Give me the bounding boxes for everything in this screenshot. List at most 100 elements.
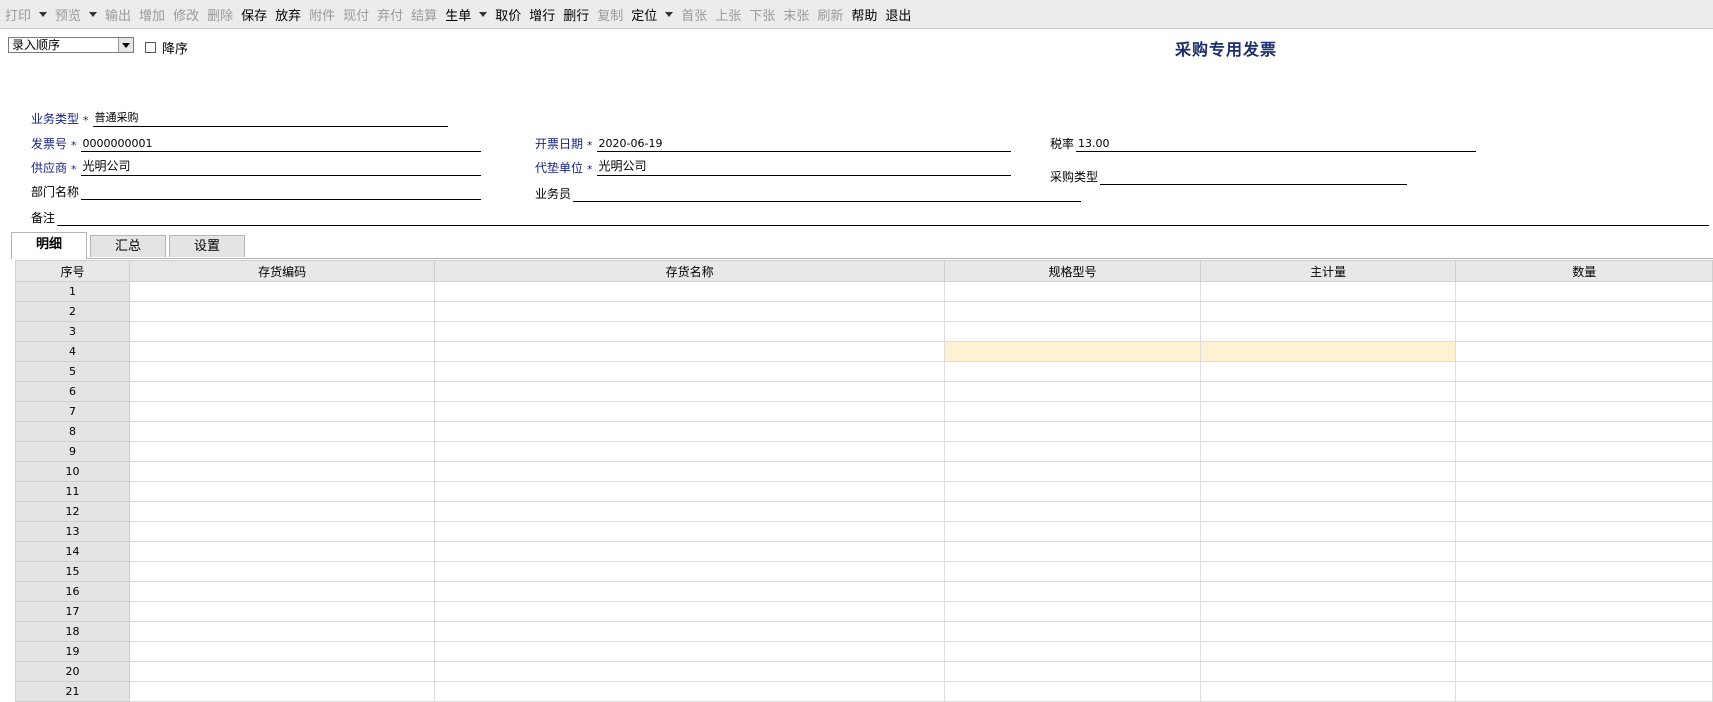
grid-cell[interactable] [944, 441, 1201, 462]
toolbar-button[interactable]: 删除 [205, 3, 239, 25]
grid-cell[interactable] [1199, 461, 1457, 482]
grid-cell[interactable] [1199, 401, 1457, 422]
col-header-seq[interactable]: 序号 [14, 260, 131, 282]
grid-cell[interactable] [944, 381, 1201, 402]
grid-cell[interactable] [129, 681, 436, 702]
grid-cell[interactable] [944, 281, 1201, 302]
grid-cell[interactable] [434, 601, 946, 622]
grid-cell[interactable] [1455, 301, 1713, 322]
col-header-item-name[interactable]: 存货名称 [434, 260, 946, 282]
grid-cell[interactable] [129, 301, 436, 322]
grid-cell[interactable] [129, 501, 436, 522]
checkbox-icon[interactable] [145, 42, 156, 53]
toolbar-button[interactable]: 下张 [747, 3, 781, 25]
sort-order-select[interactable]: 录入顺序 [8, 37, 134, 53]
col-header-unit[interactable]: 主计量 [1199, 260, 1457, 282]
grid-cell[interactable] [1199, 281, 1457, 302]
grid-cell[interactable] [129, 541, 436, 562]
chevron-down-icon[interactable] [118, 38, 133, 52]
grid-cell[interactable] [434, 621, 946, 642]
dropdown-arrow-icon[interactable] [665, 11, 674, 17]
col-header-item-code[interactable]: 存货编码 [129, 260, 436, 282]
grid-cell[interactable] [944, 661, 1201, 682]
grid-cell[interactable] [944, 641, 1201, 662]
grid-cell[interactable] [129, 581, 436, 602]
table-row[interactable]: 6 [14, 381, 1713, 402]
grid-cell[interactable] [1199, 601, 1457, 622]
table-row[interactable]: 19 [14, 641, 1713, 662]
toolbar-button[interactable]: 打印 [3, 3, 53, 25]
grid-cell[interactable] [1199, 561, 1457, 582]
grid-cell[interactable] [1455, 281, 1713, 302]
grid-cell[interactable] [434, 441, 946, 462]
grid-cell[interactable] [1455, 541, 1713, 562]
grid-cell[interactable] [1455, 561, 1713, 582]
grid-cell[interactable] [1199, 421, 1457, 442]
grid-cell[interactable] [1199, 321, 1457, 342]
grid-cell[interactable] [1199, 661, 1457, 682]
toolbar-button[interactable]: 放弃 [273, 3, 307, 25]
grid-cell[interactable] [1199, 301, 1457, 322]
toolbar-button[interactable]: 末张 [781, 3, 815, 25]
grid-cell[interactable] [1455, 461, 1713, 482]
grid-cell[interactable] [1455, 641, 1713, 662]
grid-cell[interactable] [1455, 341, 1713, 362]
invoice-date-input[interactable]: 2020-06-19 [596, 135, 1011, 152]
grid-cell[interactable] [129, 421, 436, 442]
table-row[interactable]: 20 [14, 661, 1713, 682]
table-row[interactable]: 17 [14, 601, 1713, 622]
business-type-input[interactable]: 普通采购 [92, 110, 448, 127]
grid-cell[interactable] [1455, 581, 1713, 602]
grid-cell[interactable] [434, 341, 946, 362]
toolbar-button[interactable]: 上张 [713, 3, 747, 25]
grid-cell[interactable] [129, 381, 436, 402]
toolbar-button[interactable]: 保存 [239, 3, 273, 25]
toolbar-button[interactable]: 刷新 [815, 3, 849, 25]
grid-cell[interactable] [1455, 661, 1713, 682]
grid-cell[interactable] [944, 581, 1201, 602]
grid-cell[interactable] [1455, 401, 1713, 422]
grid-cell[interactable] [944, 521, 1201, 542]
grid-cell[interactable] [434, 421, 946, 442]
toolbar-button[interactable]: 首张 [679, 3, 713, 25]
invoice-no-input[interactable]: 0000000001 [80, 135, 481, 152]
toolbar-button[interactable]: 预览 [53, 3, 103, 25]
grid-cell[interactable] [434, 561, 946, 582]
grid-cell[interactable] [434, 541, 946, 562]
grid-cell[interactable] [434, 321, 946, 342]
grid-cell[interactable] [129, 561, 436, 582]
descending-checkbox[interactable]: 降序 [145, 38, 188, 57]
agent-unit-input[interactable]: 光明公司 [596, 159, 1011, 176]
dropdown-arrow-icon[interactable] [479, 11, 488, 17]
table-row[interactable]: 16 [14, 581, 1713, 602]
grid-cell[interactable] [1455, 501, 1713, 522]
grid-cell[interactable] [1199, 341, 1457, 362]
grid-cell[interactable] [1199, 381, 1457, 402]
grid-cell[interactable] [129, 621, 436, 642]
grid-cell[interactable] [944, 541, 1201, 562]
toolbar-button[interactable]: 弃付 [375, 3, 409, 25]
salesman-input[interactable] [573, 185, 1082, 202]
grid-cell[interactable] [1199, 641, 1457, 662]
remark-input[interactable] [57, 209, 1710, 226]
grid-cell[interactable] [1199, 361, 1457, 382]
col-header-quantity[interactable]: 数量 [1455, 260, 1713, 282]
grid-cell[interactable] [1199, 541, 1457, 562]
grid-cell[interactable] [434, 301, 946, 322]
dropdown-arrow-icon[interactable] [89, 11, 98, 17]
grid-cell[interactable] [1199, 501, 1457, 522]
table-row[interactable]: 3 [14, 321, 1713, 342]
grid-cell[interactable] [129, 521, 436, 542]
toolbar-button[interactable]: 生单 [443, 3, 493, 25]
tab-settings[interactable]: 设置 [169, 235, 245, 257]
tab-summary[interactable]: 汇总 [90, 235, 166, 257]
toolbar-button[interactable]: 增加 [137, 3, 171, 25]
grid-cell[interactable] [434, 581, 946, 602]
grid-cell[interactable] [434, 661, 946, 682]
grid-cell[interactable] [434, 521, 946, 542]
grid-cell[interactable] [129, 341, 436, 362]
grid-cell[interactable] [944, 621, 1201, 642]
grid-cell[interactable] [1199, 521, 1457, 542]
toolbar-button[interactable]: 退出 [883, 3, 917, 25]
table-row[interactable]: 8 [14, 421, 1713, 442]
